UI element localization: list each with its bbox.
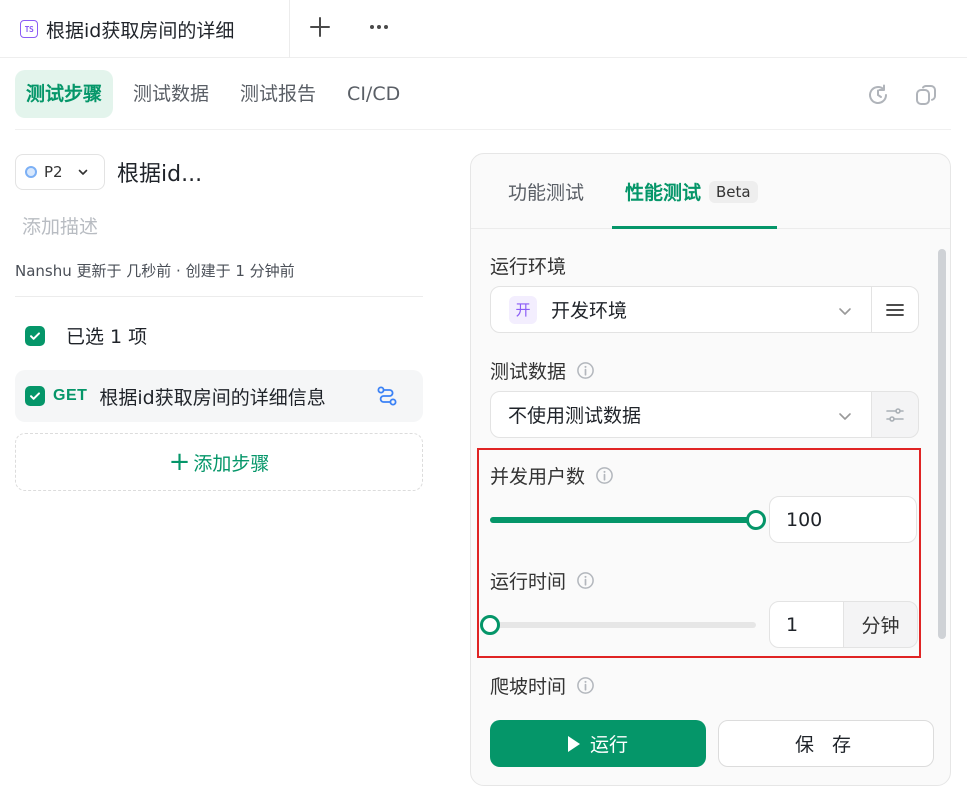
left-divider: [15, 296, 423, 297]
more-horizontal-icon: [370, 25, 388, 29]
tab-performance-test-label: 性能测试: [625, 182, 702, 204]
info-icon[interactable]: [576, 676, 595, 695]
highlight-annotation: [477, 448, 921, 658]
sliders-icon: [886, 407, 904, 422]
priority-dot-icon: [25, 166, 37, 178]
tab-performance-test[interactable]: 性能测试 Beta: [625, 178, 758, 205]
panel-scrollbar-thumb[interactable]: [938, 249, 946, 639]
ramp-label-text: 爬坡时间: [490, 676, 567, 698]
run-button-label: 运行: [589, 734, 628, 756]
menu-icon: [886, 303, 904, 316]
copy-icon[interactable]: [913, 82, 939, 108]
test-data-value: 不使用测试数据: [508, 405, 642, 427]
chevron-down-icon: [839, 308, 851, 315]
case-title[interactable]: 根据id...: [117, 156, 202, 188]
step-checkbox[interactable]: [25, 386, 45, 406]
data-label-text: 测试数据: [490, 361, 567, 383]
priority-select[interactable]: P2: [15, 154, 105, 190]
env-value: 开发环境: [551, 300, 628, 322]
http-method-badge: GET: [53, 387, 88, 404]
subnav-divider: [15, 129, 951, 130]
save-button[interactable]: 保 存: [718, 720, 934, 767]
ramp-label: 爬坡时间: [490, 672, 595, 699]
active-tab-indicator: [612, 226, 777, 229]
env-label: 运行环境: [490, 252, 566, 279]
priority-value: P2: [44, 163, 63, 181]
test-data-settings-button[interactable]: [871, 391, 919, 438]
env-select[interactable]: 开 开发环境: [490, 286, 872, 333]
select-all-checkbox[interactable]: [25, 325, 45, 346]
step-name: 根据id获取房间的详细信息: [99, 386, 326, 409]
check-icon: [30, 331, 40, 340]
case-meta: Nanshu 更新于 几秒前 · 创建于 1 分钟前: [15, 262, 295, 280]
file-tab-title: 根据id获取房间的详细: [46, 19, 235, 42]
route-link-icon[interactable]: [375, 384, 399, 408]
step-row[interactable]: GET 根据id获取房间的详细信息: [15, 370, 423, 422]
tab-test-data[interactable]: 测试数据: [122, 70, 220, 118]
case-subnav: 测试步骤 测试数据 测试报告 CI/CD: [15, 70, 420, 118]
test-mode-tabs: 功能测试 性能测试 Beta: [471, 154, 950, 229]
tab-test-report[interactable]: 测试报告: [229, 70, 327, 118]
description-input[interactable]: 添加描述: [22, 212, 98, 239]
file-tab[interactable]: TS 根据id获取房间的详细: [0, 0, 290, 58]
history-icon[interactable]: [865, 82, 891, 108]
add-step-label: 添加步骤: [193, 452, 270, 475]
selected-count-label: 已选 1 项: [66, 326, 148, 348]
plus-icon: [310, 17, 330, 37]
beta-badge: Beta: [709, 180, 758, 203]
env-label-text: 运行环境: [490, 256, 567, 278]
ts-file-icon: TS: [20, 20, 38, 38]
tab-test-steps[interactable]: 测试步骤: [15, 70, 114, 118]
more-tabs-button[interactable]: [365, 13, 393, 41]
env-manage-button[interactable]: [871, 286, 919, 333]
test-data-select[interactable]: 不使用测试数据: [490, 391, 872, 438]
add-step-button[interactable]: + 添加步骤: [15, 433, 423, 491]
run-button[interactable]: 运行: [490, 720, 706, 767]
chevron-down-icon: [839, 413, 851, 420]
plus-icon: +: [168, 447, 191, 477]
env-badge: 开: [509, 295, 537, 324]
play-icon: [567, 735, 580, 752]
data-label: 测试数据: [490, 357, 595, 384]
info-icon[interactable]: [576, 361, 595, 380]
tab-cicd[interactable]: CI/CD: [336, 70, 411, 118]
file-tab-bar: TS 根据id获取房间的详细: [0, 0, 967, 58]
panel-scrollbar[interactable]: [938, 249, 946, 639]
check-icon: [30, 392, 40, 400]
add-tab-button[interactable]: [306, 13, 334, 41]
tab-functional-test[interactable]: 功能测试: [508, 178, 584, 205]
select-all-row[interactable]: 已选 1 项: [25, 322, 147, 349]
chevron-down-icon: [78, 169, 87, 175]
